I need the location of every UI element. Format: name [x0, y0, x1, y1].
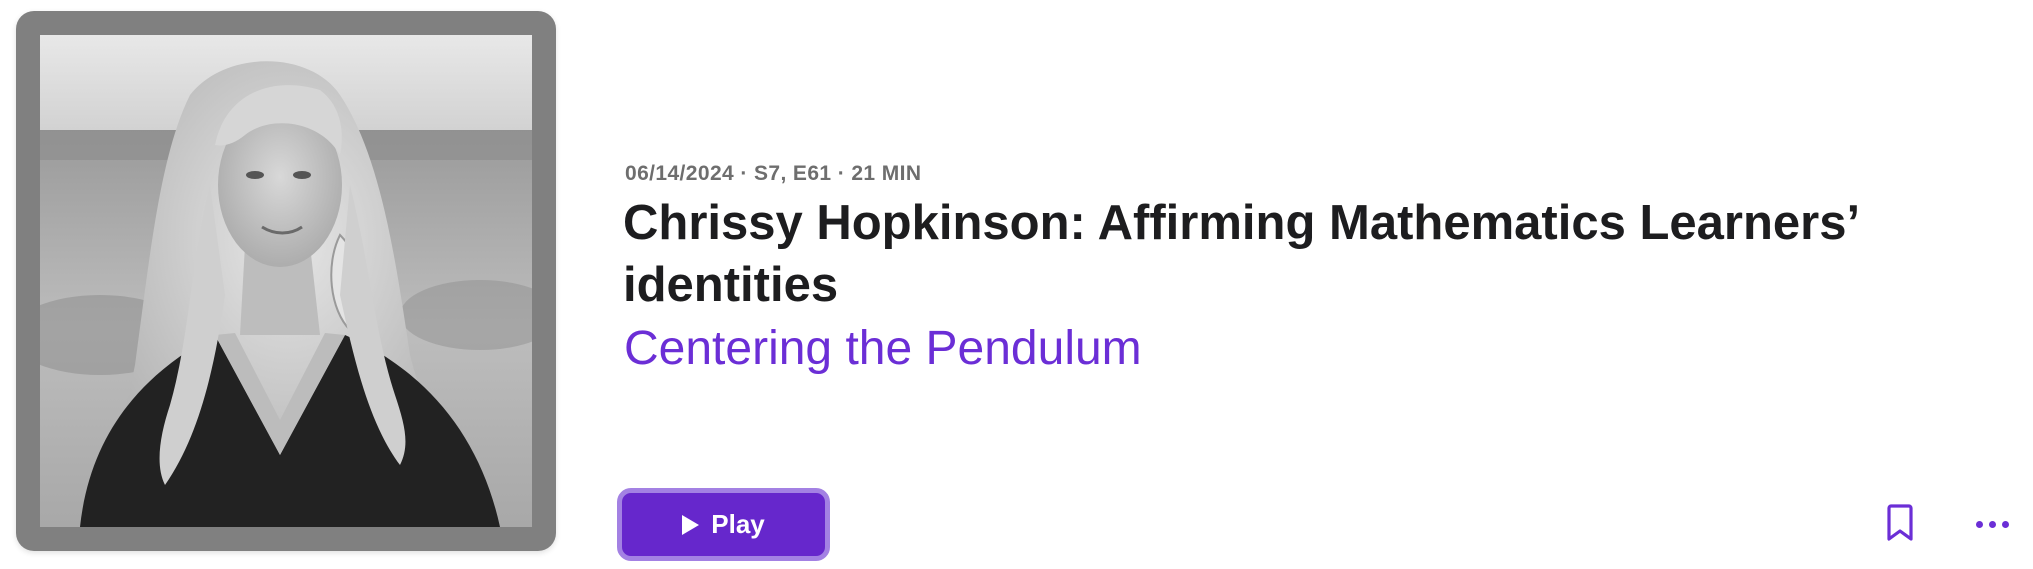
show-name-link[interactable]: Centering the Pendulum [624, 318, 1142, 380]
bookmark-button[interactable] [1880, 500, 1920, 546]
play-icon [682, 514, 700, 535]
bookmark-icon [1887, 504, 1913, 541]
play-button[interactable]: Play [617, 488, 830, 561]
host-photo [40, 35, 532, 527]
episode-artwork [16, 11, 556, 551]
ellipsis-icon [2001, 520, 2009, 528]
ellipsis-icon [1988, 520, 1996, 528]
episode-title: Chrissy Hopkinson: Affirming Mathematics… [623, 196, 1858, 312]
play-button-label: Play [711, 509, 765, 539]
episode-meta: 06/14/2024 · S7, E61 · 21 MIN [625, 162, 922, 185]
ellipsis-icon [1975, 520, 1983, 528]
more-options-button[interactable] [1968, 508, 2016, 540]
